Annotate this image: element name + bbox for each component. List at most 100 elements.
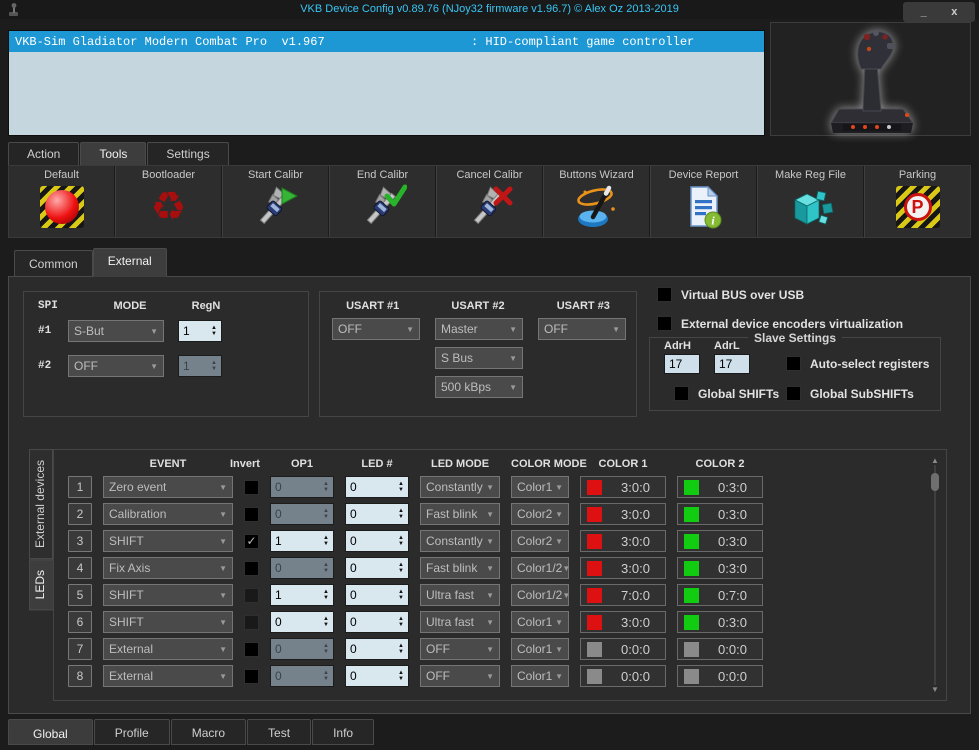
make-reg-file-button[interactable]: Make Reg File [757,166,864,237]
color1-field[interactable]: 7:0:0 [580,584,666,606]
event-select[interactable]: Fix Axis ▼ [103,557,233,579]
spi2-mode-select[interactable]: OFF ▼ [68,355,164,377]
minimize-button[interactable]: _ [914,6,934,18]
spinner-arrows-icon[interactable]: ▲ ▼ [394,585,408,605]
color2-field[interactable]: 0:3:0 [677,530,763,552]
op1-spinner[interactable]: 0 ▲ ▼ [270,476,334,498]
color2-field[interactable]: 0:3:0 [677,503,763,525]
global-subshifts-checkbox[interactable] [786,386,801,401]
color-mode-select[interactable]: Color2 ▼ [511,503,569,525]
color2-field[interactable]: 0:3:0 [677,557,763,579]
invert-checkbox[interactable] [244,668,259,684]
invert-checkbox[interactable] [244,506,259,522]
device-list-selected-row[interactable]: VKB-Sim Gladiator Modern Combat Pro v1.9… [9,31,764,52]
adrl-field[interactable]: 17 [714,354,750,374]
adrh-field[interactable]: 17 [664,354,700,374]
led-number-spinner[interactable]: 0 ▲ ▼ [345,665,409,687]
color-mode-select[interactable]: Color1 ▼ [511,611,569,633]
color1-field[interactable]: 3:0:0 [580,530,666,552]
invert-checkbox[interactable] [244,614,259,630]
color2-field[interactable]: 0:7:0 [677,584,763,606]
led-number-spinner[interactable]: 0 ▲ ▼ [345,638,409,660]
spinner-arrows-icon[interactable]: ▲ ▼ [394,612,408,632]
invert-checkbox[interactable] [244,560,259,576]
color-mode-select[interactable]: Color1/2 ▼ [511,557,570,579]
ext-encoders-checkbox[interactable] [657,316,672,331]
bottom-tab-info[interactable]: Info [312,719,375,745]
start-calibr-button[interactable]: Start Calibr [222,166,329,237]
auto-select-checkbox[interactable] [786,356,801,371]
usart2-protocol-select[interactable]: S Bus ▼ [435,347,523,369]
invert-checkbox[interactable] [244,479,259,495]
event-select[interactable]: SHIFT ▼ [103,530,233,552]
end-calibr-button[interactable]: End Calibr [329,166,436,237]
event-select[interactable]: External ▼ [103,665,233,687]
color1-field[interactable]: 3:0:0 [580,611,666,633]
color1-field[interactable]: 3:0:0 [580,476,666,498]
spinner-arrows-icon[interactable]: ▲ ▼ [394,504,408,524]
event-select[interactable]: External ▼ [103,638,233,660]
spinner-arrows-icon[interactable]: ▲ ▼ [394,666,408,686]
spinner-arrows-icon[interactable]: ▲ ▼ [394,477,408,497]
led-number-spinner[interactable]: 0 ▲ ▼ [345,476,409,498]
spi1-mode-select[interactable]: S-But ▼ [68,320,164,342]
led-mode-select[interactable]: Fast blink ▼ [420,503,500,525]
op1-spinner[interactable]: 0 ▲ ▼ [270,665,334,687]
spinner-arrows-icon[interactable]: ▲ ▼ [319,585,333,605]
usart2-mode-select[interactable]: Master ▼ [435,318,523,340]
led-mode-select[interactable]: OFF ▼ [420,665,500,687]
global-shifts-checkbox[interactable] [674,386,689,401]
usart2-speed-select[interactable]: 500 kBps ▼ [435,376,523,398]
default-button[interactable]: Default [9,166,115,237]
event-select[interactable]: SHIFT ▼ [103,611,233,633]
op1-spinner[interactable]: 0 ▲ ▼ [270,638,334,660]
device-list[interactable]: VKB-Sim Gladiator Modern Combat Pro v1.9… [8,30,765,136]
color1-field[interactable]: 0:0:0 [580,638,666,660]
led-mode-select[interactable]: OFF ▼ [420,638,500,660]
event-select[interactable]: SHIFT ▼ [103,584,233,606]
row-number-button[interactable]: 5 [68,584,92,606]
bottom-tab-profile[interactable]: Profile [93,719,170,745]
spinner-arrows-icon[interactable]: ▲ ▼ [394,558,408,578]
led-number-spinner[interactable]: 0 ▲ ▼ [345,584,409,606]
led-mode-select[interactable]: Constantly ▼ [420,476,500,498]
row-number-button[interactable]: 7 [68,638,92,660]
device-report-button[interactable]: Device Report i [650,166,757,237]
op1-spinner[interactable]: 0 ▲ ▼ [270,557,334,579]
scroll-thumb[interactable] [931,473,939,491]
op1-spinner[interactable]: 1 ▲ ▼ [270,584,334,606]
buttons-wizard-button[interactable]: Buttons Wizard [543,166,650,237]
bottom-tab-test[interactable]: Test [247,719,312,745]
spinner-arrows-icon[interactable]: ▲ ▼ [319,477,333,497]
row-number-button[interactable]: 6 [68,611,92,633]
color-mode-select[interactable]: Color1 ▼ [511,476,569,498]
led-mode-select[interactable]: Constantly ▼ [420,530,500,552]
row-number-button[interactable]: 4 [68,557,92,579]
invert-checkbox[interactable] [244,641,259,657]
event-select[interactable]: Zero event ▼ [103,476,233,498]
bootloader-button[interactable]: Bootloader ♻ [115,166,222,237]
tab-common[interactable]: Common [14,250,93,277]
cancel-calibr-button[interactable]: Cancel Calibr [436,166,543,237]
spinner-arrows-icon[interactable]: ▲ ▼ [394,531,408,551]
color1-field[interactable]: 0:0:0 [580,665,666,687]
bottom-tab-global[interactable]: Global [8,719,93,745]
color-mode-select[interactable]: Color2 ▼ [511,530,569,552]
spinner-arrows-icon[interactable]: ▲ ▼ [319,504,333,524]
scroll-down-icon[interactable]: ▼ [931,685,939,694]
row-number-button[interactable]: 1 [68,476,92,498]
parking-button[interactable]: Parking P [864,166,970,237]
menu-tab-settings[interactable]: Settings [147,142,229,165]
menu-tab-tools[interactable]: Tools [80,142,147,165]
led-number-spinner[interactable]: 0 ▲ ▼ [345,503,409,525]
scroll-up-icon[interactable]: ▲ [931,456,939,465]
color2-field[interactable]: 0:3:0 [677,476,763,498]
led-table-scrollbar[interactable]: ▲ ▼ [929,456,941,694]
menu-tab-action[interactable]: Action [8,142,80,165]
op1-spinner[interactable]: 1 ▲ ▼ [270,530,334,552]
spinner-arrows-icon[interactable]: ▲ ▼ [319,612,333,632]
spinner-arrows-icon[interactable]: ▲ ▼ [319,666,333,686]
usart3-mode-select[interactable]: OFF ▼ [538,318,626,340]
side-tab-leds[interactable]: LEDs [29,559,55,611]
led-mode-select[interactable]: Ultra fast ▼ [420,611,500,633]
